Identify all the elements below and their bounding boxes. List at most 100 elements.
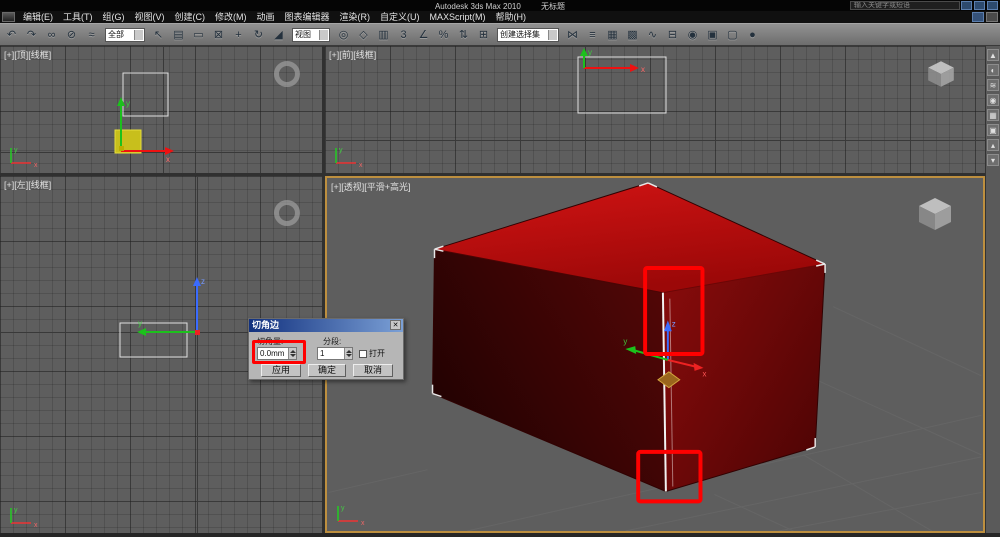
move-gizmo[interactable]: z y [137,277,205,336]
svg-text:x: x [166,155,170,164]
undo-icon[interactable]: ↶ [2,26,21,44]
viewport-left-label[interactable]: [+][左][线框] [4,178,51,191]
viewcube-icon[interactable] [925,58,957,90]
angle-snap-icon[interactable]: ∠ [414,26,433,44]
infocenter-icons [961,1,998,10]
spinner-snap-icon[interactable]: ⇅ [454,26,473,44]
search-icon[interactable] [961,1,972,10]
app-icon[interactable] [2,12,15,22]
display-panel-tab-icon[interactable]: ▦ [987,109,999,121]
infocenter-search-input[interactable]: 输入关键字或短语 [850,1,960,10]
material-editor-icon[interactable]: ◉ [683,26,702,44]
menu-group[interactable]: 组(G) [98,11,130,23]
render-setup-icon[interactable]: ▣ [703,26,722,44]
svg-text:y: y [588,48,592,57]
viewport-perspective-label[interactable]: [+][透视][平滑+高光] [331,180,411,193]
close-icon[interactable]: ✕ [390,320,401,330]
use-pivot-center-icon[interactable]: ◎ [334,26,353,44]
box-right-face[interactable] [663,264,825,491]
rendered-frame-icon[interactable]: ▢ [723,26,742,44]
bottom-edge [0,533,1000,537]
menu-views[interactable]: 视图(V) [130,11,170,23]
menu-customize[interactable]: 自定义(U) [375,11,425,23]
segments-spinner[interactable]: 1 [317,347,353,360]
layer-manager-icon[interactable]: ▦ [603,26,622,44]
favorites-icon[interactable] [987,1,998,10]
menu-tools[interactable]: 工具(T) [58,11,98,23]
selected-face[interactable] [115,130,141,153]
move-gizmo[interactable]: x y [580,48,645,74]
select-by-name-icon[interactable]: ▤ [169,26,188,44]
document-title: 无标题 [541,2,565,11]
box-wireframe[interactable] [120,323,187,357]
modify-panel-tab-icon[interactable]: ◐ [987,64,999,76]
schematic-view-icon[interactable]: ⊟ [663,26,682,44]
app-title: Autodesk 3ds Max 2010 [435,2,521,11]
window-crossing-icon[interactable]: ⊠ [209,26,228,44]
menu-maxscript[interactable]: MAXScript(M) [425,11,491,23]
bind-to-spacewarp-icon[interactable]: ≈ [82,26,101,44]
spinner-arrows-icon[interactable] [344,348,352,359]
communication-center-icon[interactable] [974,1,985,10]
menu-rendering[interactable]: 渲染(R) [335,11,376,23]
apply-button[interactable]: 应用 [261,364,301,377]
box-mesh[interactable] [433,183,826,492]
viewcube-icon[interactable] [915,194,955,234]
menu-help[interactable]: 帮助(H) [491,11,532,23]
box-wireframe[interactable] [578,57,666,113]
menu-modifiers[interactable]: 修改(M) [210,11,252,23]
main-toolbar: ↶↷∞⊘≈ 全部 ↖▤▭⊠+↻◢ 视图 ◎◇▥3∠%⇅⊞ 创建选择集 ⋈≡▦▩∿⊟◉▣▢● [0,23,1000,46]
app-window: Autodesk 3ds Max 2010 无标题 输入关键字或短语 编辑(E)… [0,0,1000,537]
utilities-panel-tab-icon[interactable]: ▣ [987,124,999,136]
menu-create[interactable]: 创建(C) [170,11,211,23]
hierarchy-panel-tab-icon[interactable]: ≋ [987,79,999,91]
steering-wheel-icon[interactable] [274,200,300,226]
select-rotate-icon[interactable]: ↻ [249,26,268,44]
select-scale-icon[interactable]: ◢ [269,26,288,44]
select-manipulate-icon[interactable]: ◇ [354,26,373,44]
box-wireframe[interactable] [123,73,168,116]
viewport-perspective[interactable]: z y x x y [+][透视][平滑+高光] [325,176,985,533]
select-link-icon[interactable]: ∞ [42,26,61,44]
unlink-icon[interactable]: ⊘ [62,26,81,44]
named-sets-combo[interactable]: 创建选择集 [497,28,559,42]
select-move-icon[interactable]: + [229,26,248,44]
viewport-front[interactable]: x y x y [+][前][线框] [325,46,985,173]
ref-coordsys-combo[interactable]: 视图 [292,28,330,42]
dialog-title-bar[interactable]: 切角边 ✕ [249,319,403,332]
redo-icon[interactable]: ↷ [22,26,41,44]
dialog-title: 切角边 [252,320,279,330]
menu-graph-editors[interactable]: 图表编辑器 [280,11,335,23]
rect-select-region-icon[interactable]: ▭ [189,26,208,44]
menu-animation[interactable]: 动画 [252,11,280,23]
select-object-icon[interactable]: ↖ [149,26,168,44]
menu-bar: 编辑(E)工具(T)组(G)视图(V)创建(C)修改(M)动画图表编辑器渲染(R… [0,11,1000,23]
panel-scroll-up-icon[interactable]: ▴ [987,139,999,151]
selection-filter-combo[interactable]: 全部 [105,28,145,42]
keyboard-override-icon[interactable]: ▥ [374,26,393,44]
graphite-ribbon-icon[interactable]: ▩ [623,26,642,44]
checkbox-icon[interactable] [359,350,367,358]
viewport-top[interactable]: y x x y [+][顶][线框] [0,46,322,173]
mirror-icon[interactable]: ⋈ [563,26,582,44]
open-checkbox[interactable]: 打开 [359,348,385,359]
svg-text:x: x [34,162,38,169]
ok-button[interactable]: 确定 [308,364,346,377]
align-icon[interactable]: ≡ [583,26,602,44]
viewport-front-label[interactable]: [+][前][线框] [329,48,376,61]
steering-wheel-icon[interactable] [274,61,300,87]
quick-render-icon[interactable]: ● [743,26,762,44]
motion-panel-tab-icon[interactable]: ◉ [987,94,999,106]
panel-scroll-down-icon[interactable]: ▾ [987,154,999,166]
percent-snap-icon[interactable]: % [434,26,453,44]
cancel-button[interactable]: 取消 [353,364,393,377]
menu-edit[interactable]: 编辑(E) [18,11,58,23]
edit-named-sets-icon[interactable]: ⊞ [474,26,493,44]
workspace-icon[interactable] [972,12,984,22]
snaps-toggle-icon[interactable]: 3 [394,26,413,44]
layout-icon[interactable] [986,12,998,22]
create-panel-tab-icon[interactable]: ▲ [987,49,999,61]
curve-editor-icon[interactable]: ∿ [643,26,662,44]
svg-text:x: x [702,370,706,379]
viewport-top-label[interactable]: [+][顶][线框] [4,48,51,61]
